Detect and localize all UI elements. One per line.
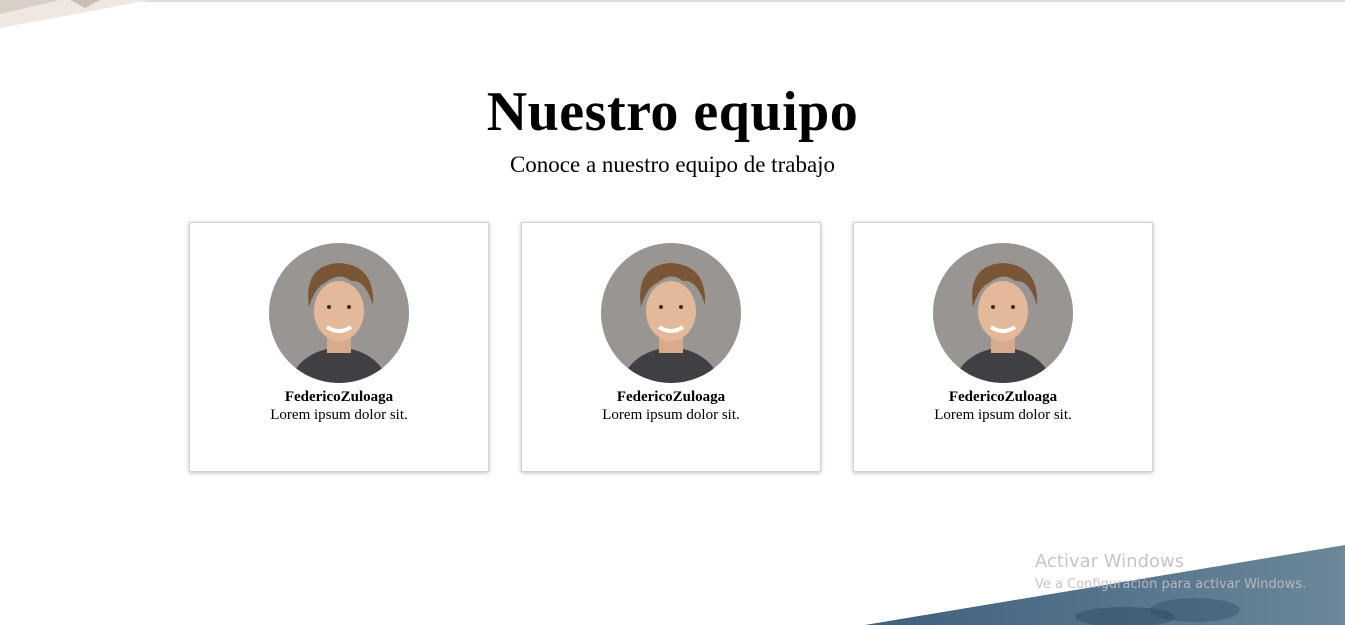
avatar <box>269 243 409 383</box>
member-name: FedericoZuloaga <box>284 389 394 405</box>
member-description: Lorem ipsum dolor sit. <box>934 407 1072 423</box>
avatar <box>933 243 1073 383</box>
team-member-card: FedericoZuloaga Lorem ipsum dolor sit. <box>189 222 489 472</box>
team-member-card: FedericoZuloaga Lorem ipsum dolor sit. <box>853 222 1153 472</box>
page-subtitle: Conoce a nuestro equipo de trabajo <box>509 152 836 177</box>
member-name: FedericoZuloaga <box>948 389 1058 405</box>
windows-activation-watermark: Activar Windows Ve a Configuración para … <box>1035 550 1306 594</box>
top-divider <box>0 0 1345 2</box>
member-description: Lorem ipsum dolor sit. <box>270 407 408 423</box>
team-cards: FedericoZuloaga Lorem ipsum dolor sit. F… <box>189 222 1153 472</box>
team-member-card: FedericoZuloaga Lorem ipsum dolor sit. <box>521 222 821 472</box>
section-header: Nuestro equipo Conoce a nuestro equipo d… <box>0 80 1345 180</box>
member-description: Lorem ipsum dolor sit. <box>602 407 740 423</box>
watermark-subtitle: Ve a Configuración para activar Windows. <box>1035 577 1307 592</box>
watermark-title: Activar Windows <box>1035 551 1185 572</box>
avatar <box>601 243 741 383</box>
member-name: FedericoZuloaga <box>616 389 726 405</box>
corner-decoration-top <box>0 0 150 28</box>
page-title: Nuestro equipo <box>486 81 859 143</box>
